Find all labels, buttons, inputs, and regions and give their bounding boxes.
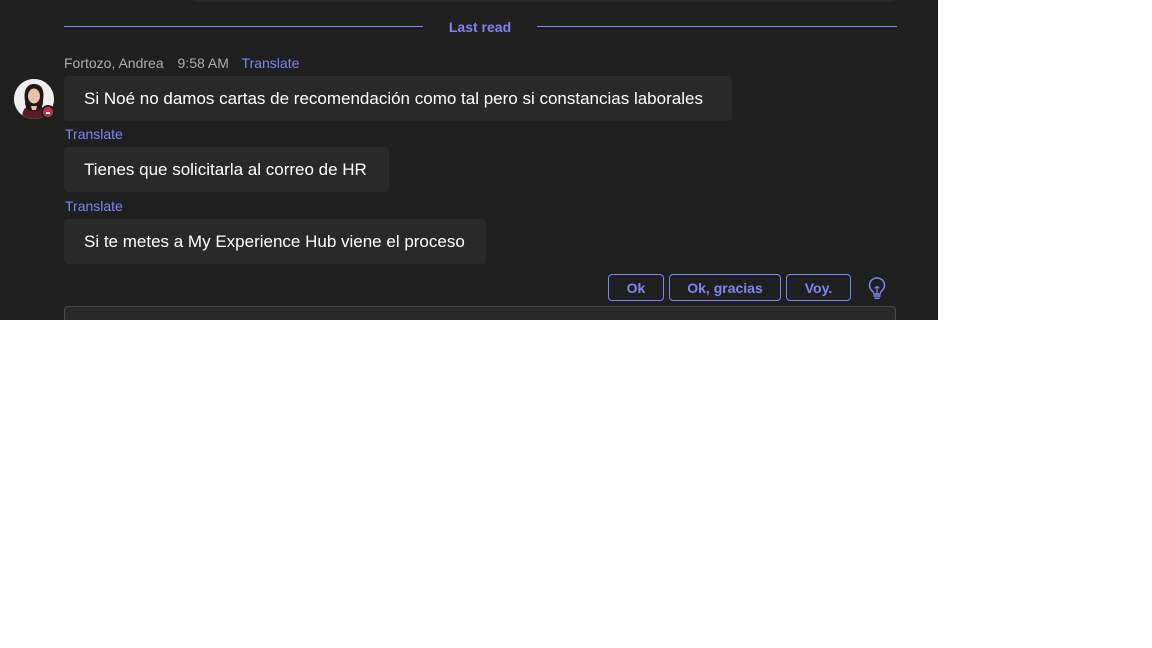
compose-box[interactable] (64, 306, 896, 320)
message-bubble[interactable]: Si te metes a My Experience Hub viene el… (64, 219, 486, 264)
translate-link[interactable]: Translate (65, 198, 123, 214)
message-bubble[interactable]: Tienes que solicitarla al correo de HR (64, 147, 389, 192)
suggested-reply-ok[interactable]: Ok (608, 274, 664, 301)
message-text: Si te metes a My Experience Hub viene el… (84, 232, 465, 251)
message-text: Si Noé no damos cartas de recomendación … (84, 89, 703, 108)
divider-line-right (537, 26, 897, 27)
translate-row: Translate (65, 126, 123, 144)
message-time: 9:58 AM (177, 55, 229, 71)
last-read-divider: Last read (64, 14, 897, 40)
suggested-reply-voy[interactable]: Voy. (786, 274, 851, 301)
divider-line-left (64, 26, 423, 27)
last-read-label: Last read (448, 19, 512, 35)
message-header: Fortozo, Andrea 9:58 AM Translate (64, 55, 305, 73)
previous-message-bubble (192, 0, 896, 2)
message-text: Tienes que solicitarla al correo de HR (84, 160, 367, 179)
lightbulb-icon[interactable] (866, 276, 888, 300)
translate-row: Translate (65, 198, 123, 216)
translate-link[interactable]: Translate (242, 55, 300, 71)
translate-link[interactable]: Translate (65, 126, 123, 142)
chat-pane: Last read Fortozo, Andrea 9:58 AM Transl… (0, 0, 938, 320)
presence-dnd-icon (41, 105, 55, 119)
sender-name: Fortozo, Andrea (64, 55, 164, 71)
message-bubble[interactable]: Si Noé no damos cartas de recomendación … (64, 76, 732, 121)
suggested-reply-ok-gracias[interactable]: Ok, gracias (669, 274, 781, 301)
